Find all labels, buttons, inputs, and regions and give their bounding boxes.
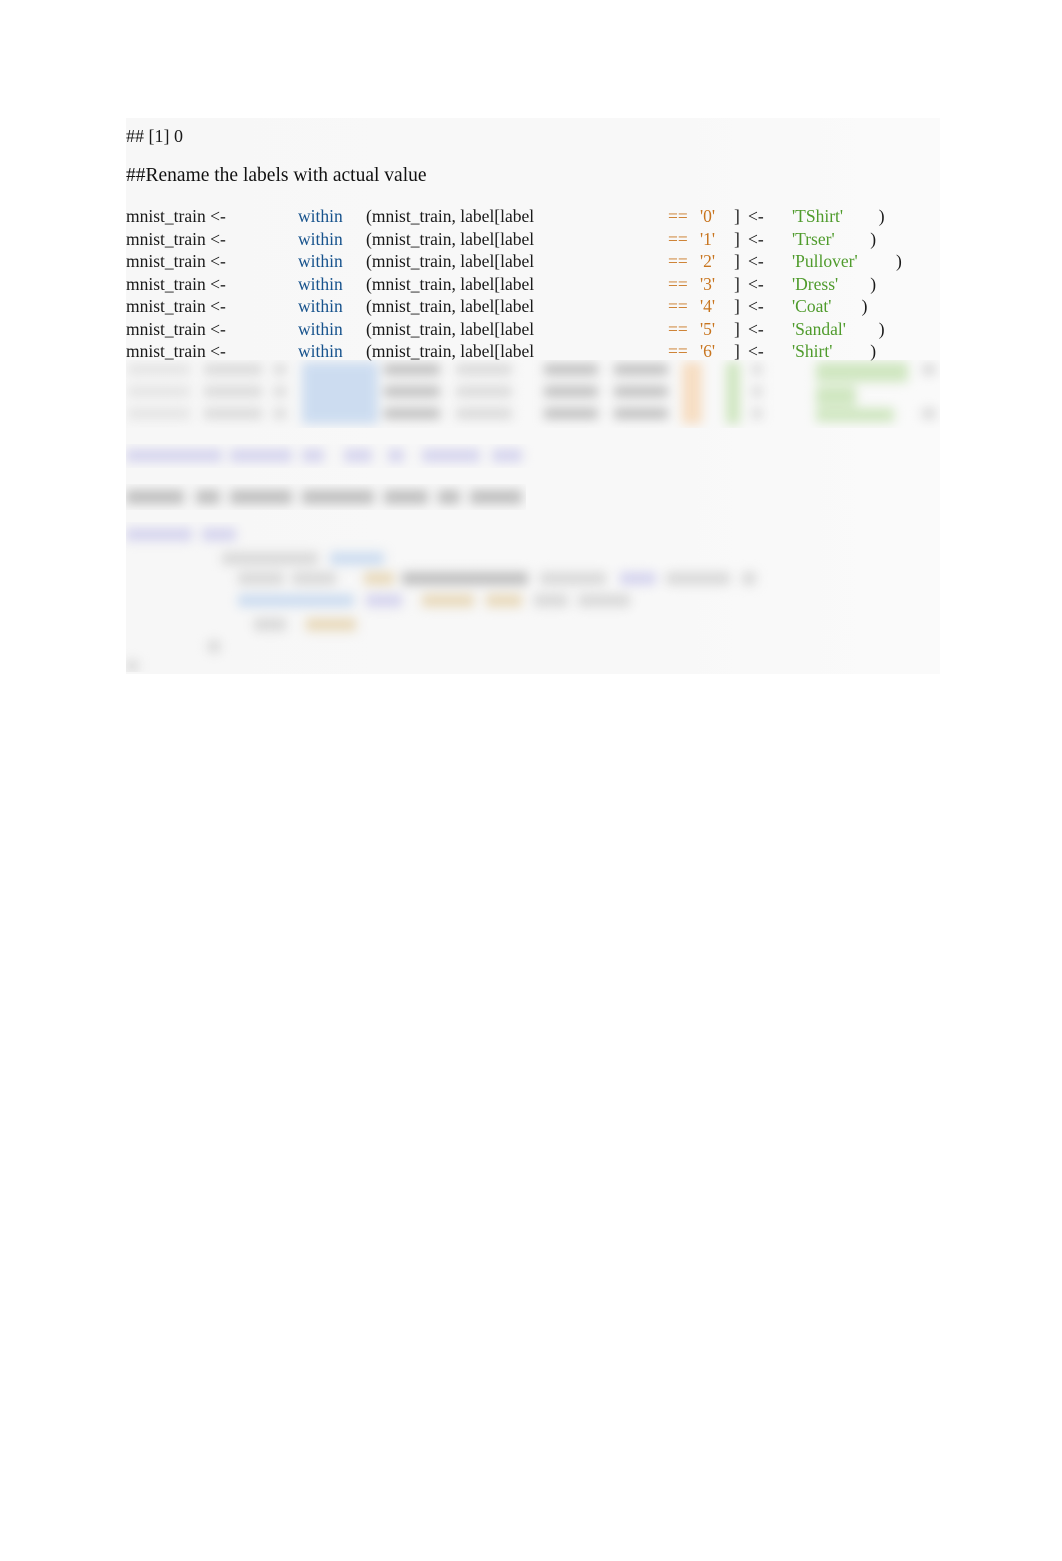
code-equality-operator: == (668, 273, 688, 294)
code-label-string: 'Dress' (792, 273, 839, 294)
code-equality-operator: == (668, 341, 688, 361)
code-paren-close: ) (870, 228, 877, 249)
code-function-name: within (298, 273, 343, 294)
code-function-name: within (298, 206, 343, 226)
code-label-number: '5' (700, 318, 716, 339)
code-line: mnist_train <- within (mnist_train, label[… (0, 296, 940, 318)
code-paren-close: ) (878, 318, 885, 339)
code-label-string: 'Shirt' (792, 341, 833, 361)
console-output-line: ## [1] 0 (126, 126, 183, 146)
code-equality-operator: == (668, 251, 688, 271)
code-assign-target: mnist_train <- (126, 318, 226, 339)
code-label-number: '1' (700, 228, 716, 249)
obscured-console-line (126, 444, 546, 468)
code-assign-arrow: <- (748, 318, 764, 339)
code-assign-target: mnist_train <- (126, 206, 226, 226)
code-assign-arrow: <- (748, 296, 764, 316)
code-function-name: within (298, 318, 343, 339)
code-label-number: '0' (700, 206, 716, 226)
code-equality-operator: == (668, 228, 688, 249)
code-label-number: '2' (700, 251, 716, 271)
code-assign-target: mnist_train <- (126, 251, 226, 271)
code-args-prefix: (mnist_train, label[label (366, 228, 535, 249)
code-args-prefix: (mnist_train, label[label (366, 206, 535, 226)
code-assign-arrow: <- (748, 228, 764, 249)
code-function-name: within (298, 251, 343, 271)
code-line: mnist_train <- within (mnist_train, label[… (0, 206, 940, 228)
code-assign-target: mnist_train <- (126, 228, 226, 249)
code-label-string: 'Coat' (792, 296, 832, 316)
code-bracket-close: ] (734, 341, 740, 361)
code-function-name: within (298, 228, 343, 249)
code-assign-target: mnist_train <- (126, 341, 226, 361)
code-label-number: '6' (700, 341, 716, 361)
obscured-code-continuation (126, 360, 940, 428)
code-assign-target: mnist_train <- (126, 273, 226, 294)
code-args-prefix: (mnist_train, label[label (366, 273, 535, 294)
code-paren-close: ) (896, 251, 902, 271)
obscured-section-heading (126, 484, 526, 510)
code-paren-close: ) (870, 273, 877, 294)
code-paren-close: ) (878, 206, 885, 226)
code-paren-close: ) (861, 296, 868, 316)
code-assign-arrow: <- (748, 273, 764, 294)
code-args-prefix: (mnist_train, label[label (366, 341, 535, 361)
code-bracket-close: ] (734, 206, 740, 226)
code-equality-operator: == (668, 318, 688, 339)
code-function-name: within (298, 341, 343, 361)
code-paren-close: ) (870, 341, 877, 361)
code-equality-operator: == (668, 296, 688, 316)
code-label-string: 'Pullover' (792, 251, 858, 271)
code-line: mnist_train <- within (mnist_train, label[… (0, 229, 940, 251)
code-assign-arrow: <- (748, 206, 764, 226)
code-args-prefix: (mnist_train, label[label (366, 318, 535, 339)
code-label-string: 'TShirt' (792, 206, 844, 226)
code-label-string: 'Sandal' (792, 318, 846, 339)
code-line: mnist_train <- within (mnist_train, label[… (0, 319, 940, 341)
code-assign-arrow: <- (748, 341, 764, 361)
code-assign-arrow: <- (748, 251, 764, 271)
code-function-name: within (298, 296, 343, 316)
obscured-second-code-block (126, 522, 940, 672)
code-args-prefix: (mnist_train, label[label (366, 296, 535, 316)
code-line: mnist_train <- within (mnist_train, label[… (0, 274, 940, 296)
code-bracket-close: ] (734, 296, 740, 316)
code-bracket-close: ] (734, 318, 740, 339)
code-bracket-close: ] (734, 273, 740, 294)
code-line: mnist_train <- within (mnist_train, label[… (0, 251, 940, 273)
code-bracket-close: ] (734, 251, 740, 271)
code-assign-target: mnist_train <- (126, 296, 226, 316)
document-page: ## [1] 0 ##Rename the labels with actual… (0, 0, 1062, 1561)
code-label-string: 'Trser' (792, 228, 835, 249)
code-equality-operator: == (668, 206, 688, 226)
code-bracket-close: ] (734, 228, 740, 249)
markdown-heading: ##Rename the labels with actual value (126, 165, 427, 186)
code-args-prefix: (mnist_train, label[label (366, 251, 535, 271)
code-label-number: '4' (700, 296, 716, 316)
code-label-number: '3' (700, 273, 716, 294)
